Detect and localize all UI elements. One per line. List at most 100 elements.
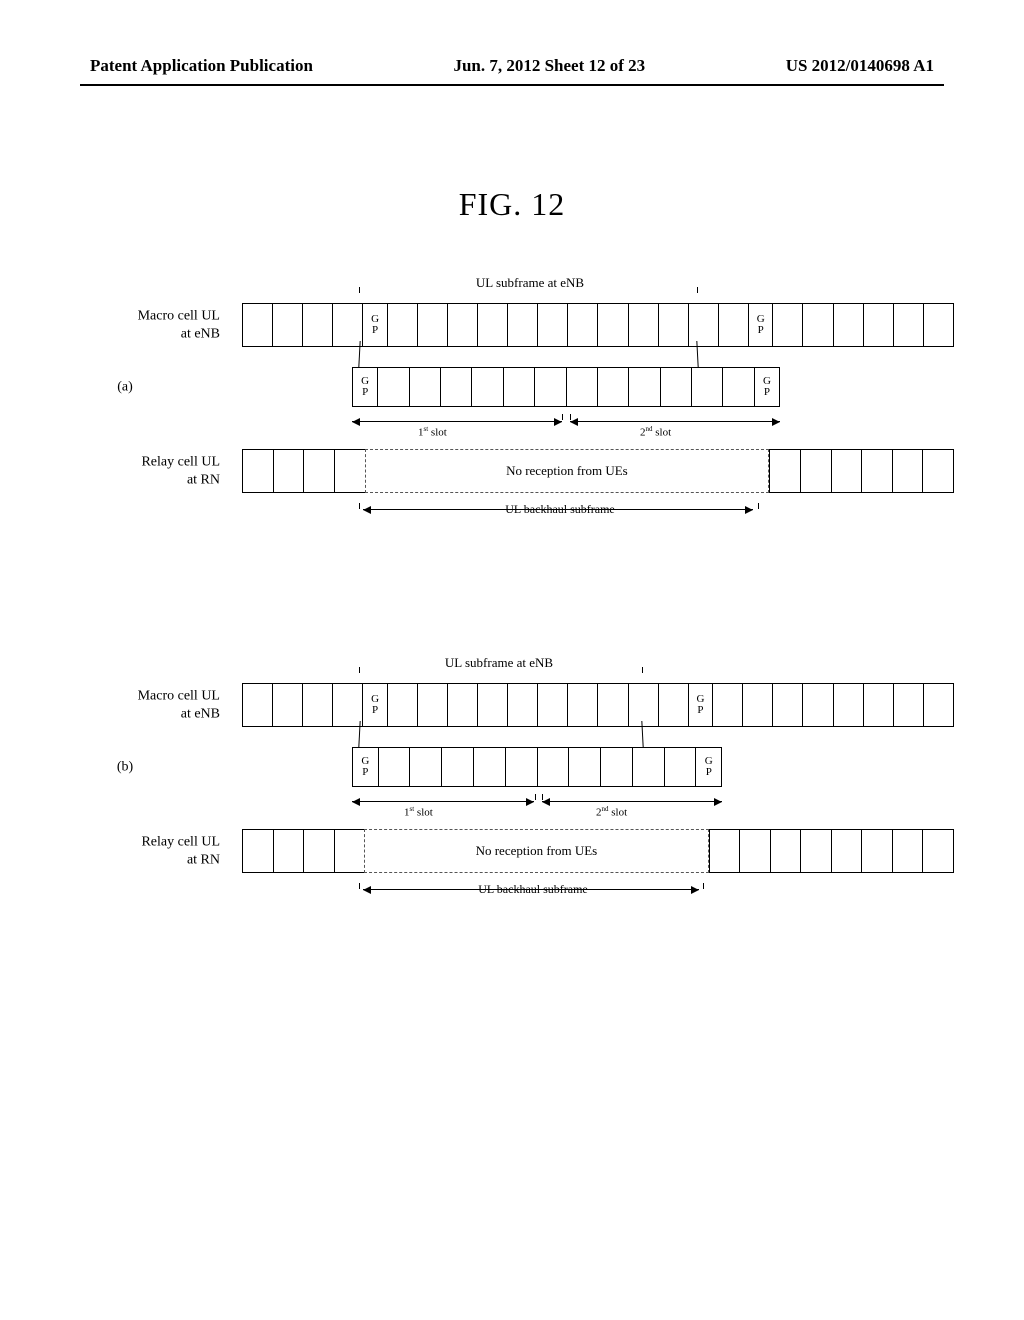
sym xyxy=(272,303,302,347)
slot2-range-a xyxy=(570,421,780,422)
row-label-relay-b: Relay cell UL at RN xyxy=(30,834,220,869)
row-relay-b: Relay cell UL at RN No reception from UE… xyxy=(0,819,1024,883)
slot-sup: nd xyxy=(646,425,653,433)
sym xyxy=(892,829,923,873)
no-rx-text: No reception from UEs xyxy=(506,463,628,479)
slot2-label-a: 2nd slot xyxy=(640,425,671,439)
sym xyxy=(387,683,417,727)
ul-subframe-enb-label-b: UL subframe at eNB xyxy=(364,655,634,671)
timeline-macro-a: GP GP xyxy=(242,303,954,347)
no-rx-region-b: No reception from UEs xyxy=(364,829,709,873)
sym xyxy=(378,747,410,787)
sym xyxy=(447,303,477,347)
sym xyxy=(628,683,658,727)
sym xyxy=(507,683,537,727)
sym xyxy=(273,829,304,873)
sym xyxy=(473,747,505,787)
gp-p: P xyxy=(372,325,378,336)
sym xyxy=(833,303,863,347)
sym xyxy=(537,683,567,727)
timeline-relay-b: No reception from UEs xyxy=(242,829,954,873)
sym xyxy=(303,449,334,493)
row-label-relay-a: Relay cell UL at RN xyxy=(30,454,220,489)
slot-word: slot xyxy=(609,807,628,819)
sym xyxy=(447,683,477,727)
sym xyxy=(242,449,273,493)
sym xyxy=(660,367,691,407)
sym xyxy=(332,683,362,727)
sym xyxy=(387,303,417,347)
slot2-label-b: 2nd slot xyxy=(596,805,627,819)
gp-p: P xyxy=(372,705,378,716)
sym xyxy=(833,683,863,727)
sym xyxy=(440,367,471,407)
sym xyxy=(597,683,627,727)
sym xyxy=(302,303,332,347)
no-rx-text: No reception from UEs xyxy=(476,843,598,859)
sym xyxy=(923,683,954,727)
gp-p: P xyxy=(362,767,368,778)
sym xyxy=(242,683,272,727)
row-relay-a: Relay cell UL at RN No reception from UE… xyxy=(0,439,1024,503)
slot-word: slot xyxy=(414,807,433,819)
backhaul-label-a: UL backhaul subframe xyxy=(410,502,710,517)
gp-p: P xyxy=(697,705,703,716)
gp: GP xyxy=(362,303,386,347)
slot1-label-a: 1st slot xyxy=(418,425,447,439)
sym xyxy=(441,747,473,787)
tick xyxy=(535,794,536,800)
figure-title: FIG. 12 xyxy=(0,186,1024,223)
sym xyxy=(893,303,923,347)
sym xyxy=(332,303,362,347)
sym xyxy=(712,683,742,727)
sym xyxy=(863,683,893,727)
tick xyxy=(703,883,704,889)
sym xyxy=(417,683,447,727)
gp: GP xyxy=(754,367,780,407)
sym xyxy=(628,303,658,347)
slot-word: slot xyxy=(428,427,447,439)
sym xyxy=(922,449,954,493)
slot1-range-a xyxy=(352,421,562,422)
tick xyxy=(758,503,759,509)
tick xyxy=(359,883,360,889)
gp: GP xyxy=(352,367,377,407)
sym xyxy=(534,367,565,407)
gp-p: P xyxy=(362,387,368,398)
sym xyxy=(800,449,831,493)
sym xyxy=(863,303,893,347)
backhaul-label-b: UL backhaul subframe xyxy=(388,882,678,897)
no-rx-region-a: No reception from UEs xyxy=(365,449,770,493)
sym xyxy=(597,303,627,347)
sym xyxy=(417,303,447,347)
panel-b: UL subframe at eNB Macro cell UL at eNB … xyxy=(0,673,1024,953)
sym xyxy=(718,303,748,347)
gp: GP xyxy=(352,747,378,787)
slot-sup: nd xyxy=(602,805,609,813)
gp: GP xyxy=(688,683,712,727)
panel-a: UL subframe at eNB Macro cell UL at eNB … xyxy=(0,293,1024,573)
sym xyxy=(688,303,718,347)
sym xyxy=(568,747,600,787)
sym xyxy=(922,829,954,873)
row-macro-a: Macro cell UL at eNB GP GP xyxy=(0,293,1024,357)
sym xyxy=(802,683,832,727)
tick xyxy=(570,414,571,420)
sym xyxy=(800,829,831,873)
sym xyxy=(861,449,892,493)
sym xyxy=(537,747,569,787)
row-expanded-b: (b) GP GP xyxy=(0,743,1024,791)
sym xyxy=(567,683,597,727)
sym xyxy=(334,449,365,493)
sym xyxy=(537,303,567,347)
sym xyxy=(334,829,365,873)
gp-p: P xyxy=(758,325,764,336)
slot-word: slot xyxy=(653,427,672,439)
sym xyxy=(503,367,534,407)
row-label-subb: (b) xyxy=(30,758,220,776)
ul-subframe-enb-label-a: UL subframe at eNB xyxy=(380,275,680,291)
header-left: Patent Application Publication xyxy=(90,56,313,76)
row-expanded-a: (a) GP GP xyxy=(0,363,1024,411)
gp: GP xyxy=(748,303,772,347)
sym xyxy=(691,367,722,407)
